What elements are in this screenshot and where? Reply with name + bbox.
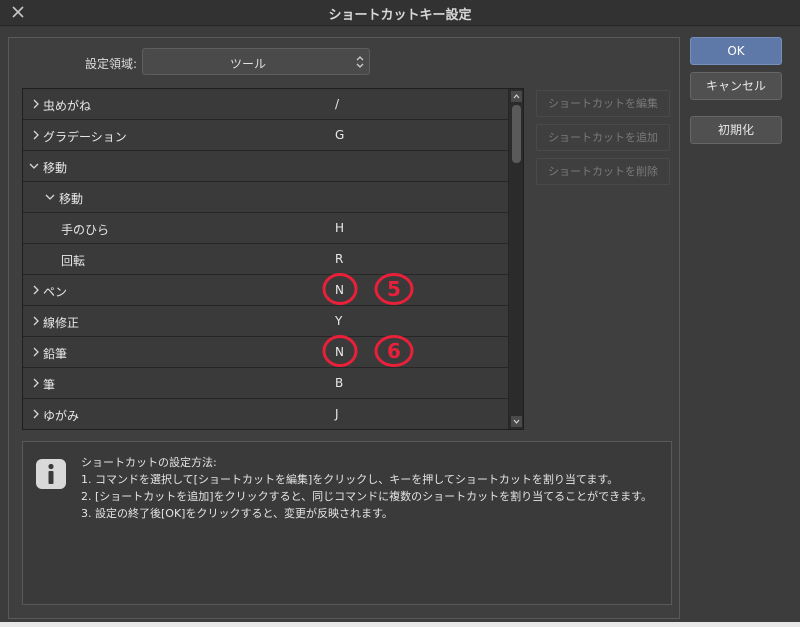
window-title: ショートカットキー設定	[328, 8, 472, 23]
annotation-mark-5: 5	[374, 273, 414, 305]
add-shortcut-button[interactable]: ショートカットを追加	[536, 124, 670, 151]
updown-chevron-icon	[356, 56, 364, 68]
chevron-right-icon[interactable]	[31, 409, 41, 419]
shortcut-key: /	[335, 97, 340, 111]
scroll-up-icon[interactable]	[511, 91, 522, 102]
tree-row-rotate[interactable]: 回転 R	[23, 244, 509, 275]
tree-row-line-fix[interactable]: 線修正 Y	[23, 306, 509, 337]
annotation-mark-5-label: 5	[387, 277, 401, 301]
info-panel: ショートカットの設定方法: 1. コマンドを選択して[ショートカットを編集]をク…	[22, 441, 672, 605]
tree-row-distort[interactable]: ゆがみ J	[23, 399, 509, 429]
scrollbar-thumb[interactable]	[512, 105, 521, 163]
tree-row-label: 移動	[43, 161, 68, 175]
delete-shortcut-button[interactable]: ショートカットを削除	[536, 158, 670, 185]
chevron-right-icon[interactable]	[31, 285, 41, 295]
tree-row-label: 手のひら	[61, 223, 110, 237]
settings-area-value: ツール	[229, 57, 266, 71]
reset-button[interactable]: 初期化	[690, 116, 782, 144]
tree-row-move-subgroup[interactable]: 移動	[23, 182, 509, 213]
shortcut-key: H	[335, 221, 345, 235]
tree-row-label: 鉛筆	[43, 347, 68, 361]
tree-row-label: 筆	[43, 378, 56, 392]
tree-row-pencil[interactable]: 鉛筆 N	[23, 337, 509, 368]
tree-row-label: ゆがみ	[43, 409, 80, 423]
shortcut-key: J	[335, 407, 339, 421]
shortcut-key: R	[335, 252, 344, 266]
cancel-button[interactable]: キャンセル	[690, 72, 782, 100]
annotation-mark-6-label: 6	[387, 339, 401, 363]
settings-area-label: 設定領域:	[85, 57, 138, 71]
tree-row-pen[interactable]: ペン N	[23, 275, 509, 306]
tree-row-move-group[interactable]: 移動	[23, 151, 509, 182]
settings-area-select[interactable]: ツール	[142, 48, 370, 75]
info-icon	[36, 459, 66, 489]
chevron-right-icon[interactable]	[31, 316, 41, 326]
info-text: ショートカットの設定方法: 1. コマンドを選択して[ショートカットを編集]をク…	[81, 454, 666, 522]
shortcut-tree: 虫めがね / グラデーション G 移動 移動 手のひら H 回転 R ペン N …	[22, 88, 524, 430]
info-line-heading: ショートカットの設定方法:	[81, 456, 217, 469]
edit-shortcut-button[interactable]: ショートカットを編集	[536, 90, 670, 117]
tree-row-brush[interactable]: 筆 B	[23, 368, 509, 399]
vertical-scrollbar[interactable]	[508, 89, 523, 429]
shortcut-key: Y	[335, 314, 343, 328]
chevron-right-icon[interactable]	[31, 99, 41, 109]
scroll-down-icon[interactable]	[511, 416, 522, 427]
tree-row-label: 線修正	[43, 316, 80, 330]
annotation-circle	[322, 273, 358, 305]
title-bar: ショートカットキー設定	[0, 0, 800, 26]
tree-row-magnifier[interactable]: 虫めがね /	[23, 89, 509, 120]
info-line-3: 3. 設定の終了後[OK]をクリックすると、変更が反映されます。	[81, 507, 393, 520]
tree-row-label: 回転	[61, 254, 86, 268]
tree-row-label: 虫めがね	[43, 99, 92, 113]
info-line-2: 2. [ショートカットを追加]をクリックすると、同じコマンドに複数のショートカッ…	[81, 490, 653, 503]
tree-row-gradient[interactable]: グラデーション G	[23, 120, 509, 151]
tree-row-label: グラデーション	[43, 130, 127, 144]
chevron-down-icon[interactable]	[29, 161, 39, 171]
bottom-edge	[0, 622, 800, 627]
shortcut-key: G	[335, 128, 345, 142]
chevron-right-icon[interactable]	[31, 347, 41, 357]
annotation-mark-6: 6	[374, 335, 414, 367]
tree-row-hand[interactable]: 手のひら H	[23, 213, 509, 244]
tree-row-label: 移動	[59, 192, 84, 206]
tree-rows: 虫めがね / グラデーション G 移動 移動 手のひら H 回転 R ペン N …	[23, 89, 509, 429]
annotation-circle	[322, 335, 358, 367]
shortcut-key: B	[335, 376, 344, 390]
chevron-down-icon[interactable]	[45, 192, 55, 202]
tree-row-label: ペン	[43, 285, 68, 299]
chevron-right-icon[interactable]	[31, 130, 41, 140]
ok-button[interactable]: OK	[690, 37, 782, 65]
info-line-1: 1. コマンドを選択して[ショートカットを編集]をクリックし、キーを押してショー…	[81, 473, 619, 486]
chevron-right-icon[interactable]	[31, 378, 41, 388]
